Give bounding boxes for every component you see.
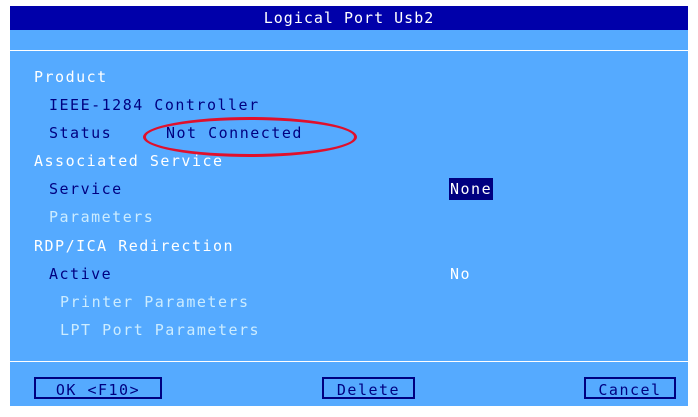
ok-button[interactable]: OK <F10> <box>34 377 162 399</box>
rdp-ica-redirection-section-label: RDP/ICA Redirection <box>34 237 235 255</box>
delete-button[interactable]: Delete <box>322 377 415 399</box>
associated-service-section-label: Associated Service <box>34 152 224 170</box>
logical-port-dialog: Logical Port Usb2 Product IEEE-1284 Cont… <box>10 6 688 406</box>
bottom-divider <box>10 361 688 362</box>
status-label: Status <box>49 124 113 142</box>
printer-parameters-item[interactable]: Printer Parameters <box>60 293 250 311</box>
product-section-label: Product <box>34 68 108 86</box>
device-name: IEEE-1284 Controller <box>49 96 260 114</box>
parameters-item[interactable]: Parameters <box>49 208 154 226</box>
lpt-port-parameters-item[interactable]: LPT Port Parameters <box>60 321 260 339</box>
active-value-field[interactable]: No <box>450 265 471 283</box>
service-value-field[interactable]: None <box>449 178 494 200</box>
dialog-title: Logical Port Usb2 <box>10 6 688 30</box>
service-label: Service <box>49 180 123 198</box>
status-annotation-ellipse <box>143 117 357 157</box>
top-divider <box>10 50 688 51</box>
cancel-button[interactable]: Cancel <box>584 377 676 399</box>
active-label: Active <box>49 265 113 283</box>
